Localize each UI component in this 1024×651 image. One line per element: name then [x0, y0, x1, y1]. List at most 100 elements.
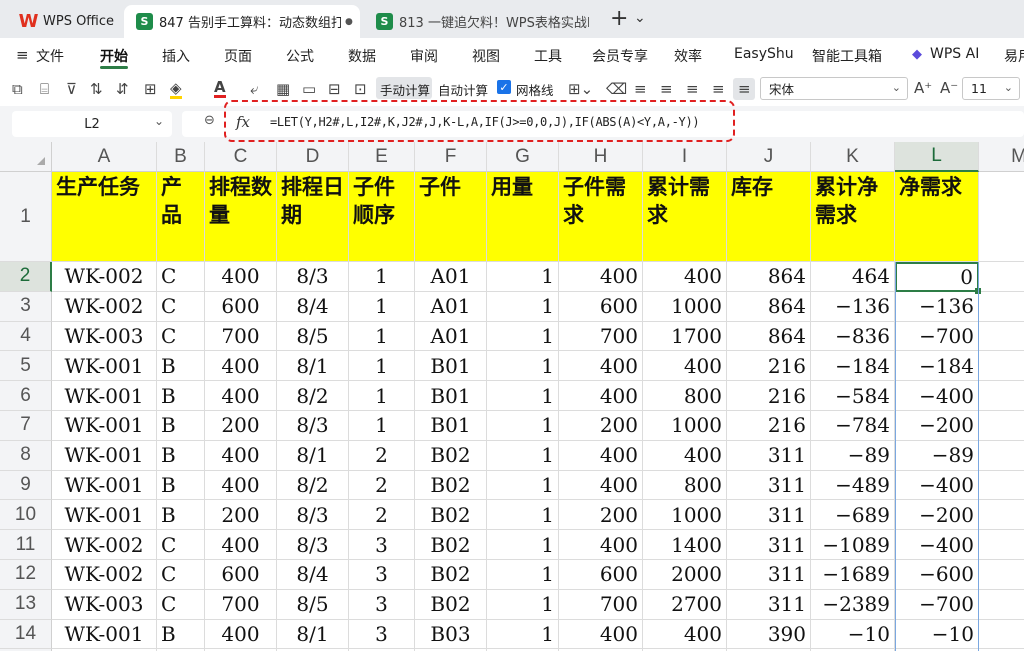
- data-cell[interactable]: 1: [349, 381, 415, 411]
- data-cell[interactable]: 400: [205, 530, 277, 560]
- header-cell[interactable]: 子件顺序: [349, 172, 415, 262]
- data-cell[interactable]: 1400: [643, 530, 727, 560]
- align-top-icon[interactable]: ≡: [634, 80, 647, 98]
- data-cell[interactable]: 600: [559, 291, 643, 322]
- data-cell[interactable]: 200: [205, 500, 277, 531]
- column-header-k[interactable]: K: [811, 142, 895, 172]
- data-cell[interactable]: B02: [415, 560, 487, 590]
- data-cell[interactable]: 200: [559, 500, 643, 531]
- data-cell[interactable]: 8/3: [277, 500, 349, 531]
- menu-member[interactable]: 会员专享: [592, 46, 648, 66]
- data-cell[interactable]: 1000: [643, 411, 727, 441]
- data-cell[interactable]: −700: [895, 589, 979, 620]
- empty-cell[interactable]: [979, 620, 1024, 650]
- data-cell[interactable]: 8/1: [277, 619, 349, 650]
- data-cell[interactable]: 1: [487, 411, 559, 441]
- data-cell[interactable]: 1: [349, 351, 415, 382]
- font-family-select[interactable]: 宋体 ⌄: [760, 77, 908, 100]
- data-cell[interactable]: −584: [811, 381, 895, 411]
- select-all-corner[interactable]: [0, 142, 52, 172]
- data-cell[interactable]: 1000: [643, 291, 727, 322]
- menu-review[interactable]: 审阅: [410, 46, 438, 66]
- comment-icon[interactable]: ▭: [302, 80, 316, 98]
- data-cell[interactable]: 400: [643, 351, 727, 382]
- row-header-3[interactable]: 3: [0, 291, 52, 322]
- data-cell[interactable]: 8/1: [277, 440, 349, 471]
- data-cell[interactable]: B03: [415, 619, 487, 650]
- column-header-f[interactable]: F: [415, 142, 487, 172]
- data-cell[interactable]: 2000: [643, 560, 727, 590]
- data-cell[interactable]: 1: [487, 381, 559, 411]
- data-cell[interactable]: C: [157, 262, 205, 292]
- data-cell[interactable]: C: [157, 560, 205, 590]
- data-cell[interactable]: −184: [895, 351, 979, 382]
- data-cell[interactable]: WK-002: [52, 530, 157, 560]
- data-cell[interactable]: B02: [415, 589, 487, 620]
- data-cell[interactable]: 1: [349, 411, 415, 441]
- data-cell[interactable]: 464: [811, 262, 895, 292]
- row-header-12[interactable]: 12: [0, 560, 52, 590]
- data-cell[interactable]: −184: [811, 351, 895, 382]
- data-cell[interactable]: B01: [415, 411, 487, 441]
- data-cell[interactable]: 1: [349, 321, 415, 352]
- data-cell[interactable]: 1: [487, 351, 559, 382]
- align-right-icon[interactable]: ≡: [712, 80, 725, 98]
- data-cell[interactable]: 216: [727, 381, 811, 411]
- row-header-8[interactable]: 8: [0, 440, 52, 471]
- data-cell[interactable]: 8/5: [277, 589, 349, 620]
- data-cell[interactable]: 2: [349, 500, 415, 531]
- data-cell[interactable]: A01: [415, 291, 487, 322]
- format-painter-icon[interactable]: ⌸: [40, 80, 49, 98]
- column-header-h[interactable]: H: [559, 142, 643, 172]
- data-cell[interactable]: −200: [895, 411, 979, 441]
- data-cell[interactable]: WK-003: [52, 589, 157, 620]
- data-cell[interactable]: 800: [643, 470, 727, 501]
- data-cell[interactable]: 8/3: [277, 530, 349, 560]
- header-cell[interactable]: 用量: [487, 172, 559, 262]
- data-cell[interactable]: 200: [559, 411, 643, 441]
- header-cell[interactable]: 子件: [415, 172, 487, 262]
- fill-handle[interactable]: [975, 287, 981, 294]
- data-cell[interactable]: 1: [487, 470, 559, 501]
- data-cell[interactable]: 700: [559, 321, 643, 352]
- font-size-select[interactable]: 11 ⌄: [962, 77, 1020, 100]
- empty-cell[interactable]: [979, 292, 1024, 322]
- data-cell[interactable]: A01: [415, 262, 487, 292]
- data-cell[interactable]: C: [157, 589, 205, 620]
- data-cell[interactable]: 8/4: [277, 560, 349, 590]
- menu-easy-use[interactable]: 易用: [1004, 46, 1024, 66]
- data-cell[interactable]: 311: [727, 470, 811, 501]
- data-cell[interactable]: B: [157, 619, 205, 650]
- menu-view[interactable]: 视图: [472, 46, 500, 66]
- data-cell[interactable]: 3: [349, 589, 415, 620]
- data-cell[interactable]: −136: [811, 291, 895, 322]
- row-header-6[interactable]: 6: [0, 381, 52, 411]
- data-cell[interactable]: 311: [727, 530, 811, 560]
- data-cell[interactable]: 8/1: [277, 351, 349, 382]
- menu-smart-toolbox[interactable]: 智能工具箱: [812, 46, 882, 66]
- empty-cell[interactable]: [979, 471, 1024, 501]
- data-cell[interactable]: 1: [487, 291, 559, 322]
- data-cell[interactable]: B02: [415, 470, 487, 501]
- row-header-5[interactable]: 5: [0, 351, 52, 382]
- data-cell[interactable]: 400: [205, 470, 277, 501]
- data-cell[interactable]: 400: [559, 530, 643, 560]
- data-cell[interactable]: 400: [643, 262, 727, 292]
- column-header-j[interactable]: J: [727, 142, 811, 172]
- data-cell[interactable]: 700: [559, 589, 643, 620]
- data-cell[interactable]: 8/2: [277, 470, 349, 501]
- empty-cell[interactable]: [979, 351, 1024, 382]
- header-cell[interactable]: 排程日期: [277, 172, 349, 262]
- data-cell[interactable]: B01: [415, 351, 487, 382]
- data-cell[interactable]: B02: [415, 500, 487, 531]
- data-cell[interactable]: 600: [205, 291, 277, 322]
- data-cell[interactable]: 1: [487, 619, 559, 650]
- data-cell[interactable]: −836: [811, 321, 895, 352]
- menu-wps-ai[interactable]: WPS AI: [930, 46, 979, 62]
- header-cell[interactable]: 库存: [727, 172, 811, 262]
- column-header-i[interactable]: I: [643, 142, 727, 172]
- data-cell[interactable]: 3: [349, 619, 415, 650]
- data-cell[interactable]: 1: [487, 321, 559, 352]
- align-justify-icon[interactable]: ≡: [738, 80, 751, 98]
- tab-active-document[interactable]: S 847 告别手工算料：动态数组打造 ●: [124, 5, 360, 38]
